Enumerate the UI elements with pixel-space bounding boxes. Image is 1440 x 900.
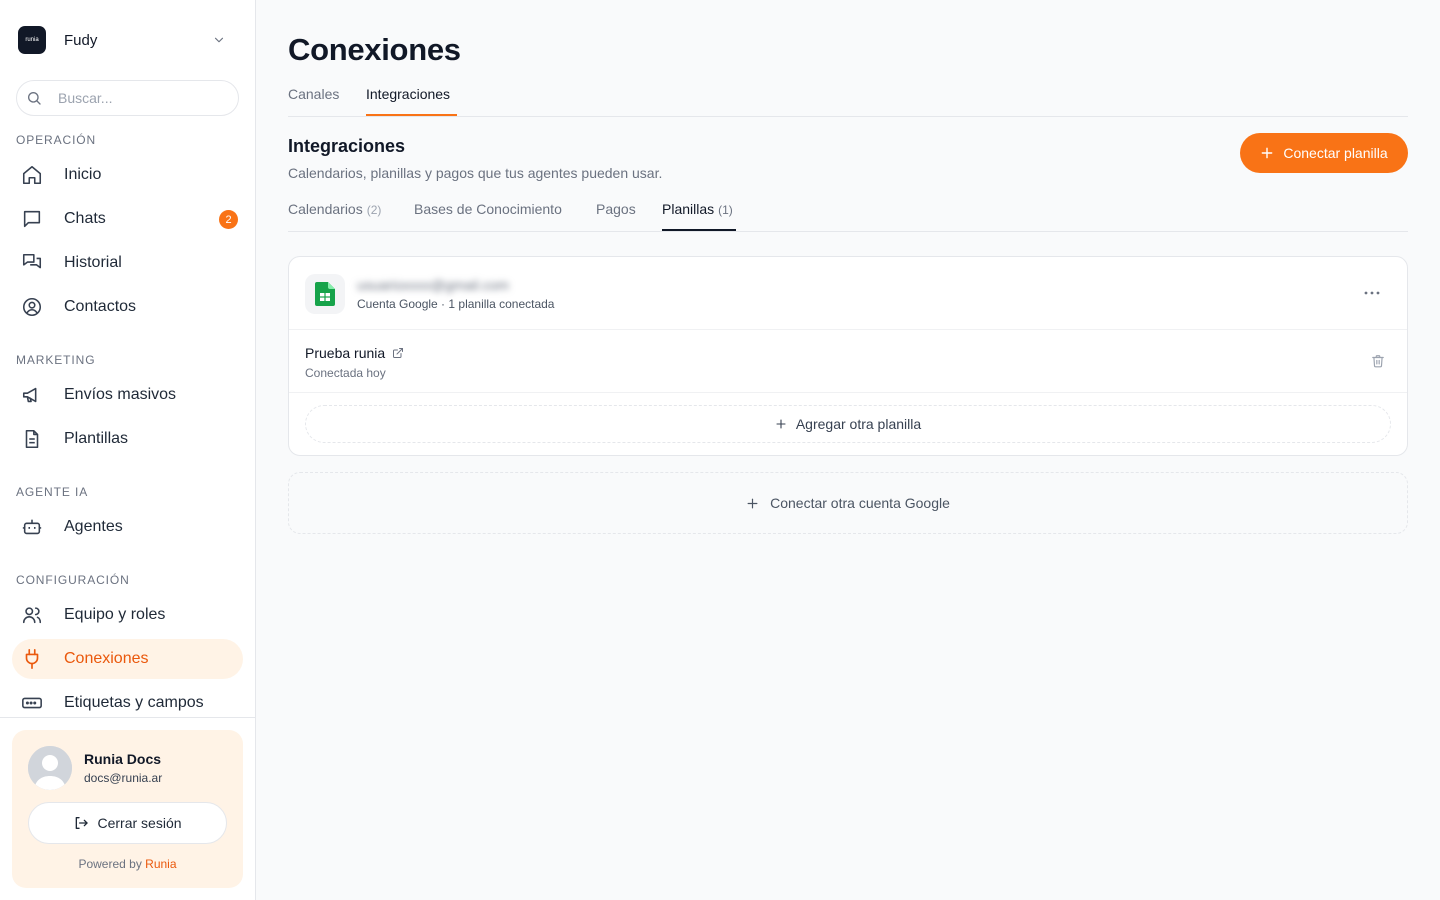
sidebar-item-chats[interactable]: Chats 2 — [12, 199, 243, 239]
sidebar-item-label: Inicio — [64, 166, 102, 183]
workspace-logo-text: runia — [25, 37, 39, 43]
subtab-calendarios[interactable]: Calendarios (2) — [288, 201, 381, 217]
sidebar-item-contactos[interactable]: Contactos — [12, 287, 243, 327]
plus-icon — [747, 498, 758, 508]
sidebar-item-label: Historial — [64, 254, 122, 271]
user-name: Runia Docs — [84, 751, 162, 767]
search-input[interactable] — [58, 90, 208, 106]
sidebar-item-plantillas[interactable]: Plantillas — [12, 419, 243, 459]
integration-sub-tabs: Calendarios (2) Bases de Conocimiento Pag… — [288, 195, 1408, 232]
sidebar-item-inicio[interactable]: Inicio — [12, 155, 243, 195]
sidebar-item-label: Conexiones — [64, 650, 149, 667]
active-subtab-indicator — [662, 229, 736, 231]
more-horizontal-icon — [1364, 291, 1380, 295]
account-email: usuarioxxxx@gmail.com — [357, 277, 509, 293]
plus-icon — [776, 419, 786, 429]
subtab-label: Pagos — [596, 201, 636, 217]
sidebar-item-label: Agentes — [64, 518, 123, 535]
account-header: usuarioxxxx@gmail.com Cuenta Google · 1 … — [289, 257, 1407, 330]
add-sheet-button[interactable]: Agregar otra planilla — [305, 405, 1391, 443]
google-account-card: usuarioxxxx@gmail.com Cuenta Google · 1 … — [288, 256, 1408, 456]
megaphone-icon — [21, 384, 43, 406]
connect-sheet-label: Conectar planilla — [1283, 145, 1388, 161]
sidebar-divider — [0, 717, 255, 718]
chats-count-badge: 2 — [219, 210, 238, 229]
trash-icon — [1372, 355, 1384, 368]
bot-icon — [21, 516, 43, 538]
sidebar-item-label: Plantillas — [64, 430, 129, 447]
sidebar-item-label: Chats — [64, 210, 106, 227]
external-link-icon — [393, 348, 404, 358]
avatar — [28, 746, 72, 790]
workspace-name: Fudy — [64, 31, 98, 49]
sidebar-item-agentes[interactable]: Agentes — [12, 507, 243, 547]
subtab-count: (1) — [718, 203, 733, 217]
sidebar-item-label: Contactos — [64, 298, 137, 315]
section-title-marketing: MARKETING — [16, 353, 96, 367]
account-meta: Cuenta Google · 1 planilla conectada — [357, 297, 555, 311]
logout-button[interactable]: Cerrar sesión — [28, 802, 227, 844]
top-tabs: Canales Integraciones — [288, 80, 1408, 117]
user-circle-icon — [21, 296, 43, 318]
powered-by-prefix: Powered by — [78, 857, 142, 871]
tab-canales[interactable]: Canales — [288, 86, 339, 102]
section-title-agente-ia: AGENTE IA — [16, 485, 89, 499]
plus-icon — [1261, 147, 1273, 159]
chevron-down-icon — [214, 37, 224, 43]
subtab-label: Bases de Conocimiento — [414, 201, 562, 217]
add-sheet-label: Agregar otra planilla — [795, 416, 922, 432]
powered-by-brand[interactable]: Runia — [145, 857, 176, 871]
chat-bubble-icon — [21, 208, 43, 230]
home-icon — [21, 164, 43, 186]
google-sheets-icon — [305, 274, 345, 314]
sidebar-item-conexiones[interactable]: Conexiones — [12, 639, 243, 679]
sidebar-item-label: Etiquetas y campos — [64, 694, 204, 711]
sidebar-item-historial[interactable]: Historial — [12, 243, 243, 283]
sidebar-item-equipo-y-roles[interactable]: Equipo y roles — [12, 595, 243, 635]
section-title: Integraciones — [288, 136, 406, 156]
user-card: Runia Docs docs@runia.ar Cerrar sesión P… — [12, 730, 243, 888]
subtab-planillas[interactable]: Planillas (1) — [662, 201, 733, 217]
sheet-name: Prueba runia — [305, 345, 386, 361]
subtab-label: Calendarios — [288, 201, 363, 217]
sidebar-item-label: Envíos masivos — [64, 386, 177, 403]
more-options-button[interactable] — [1357, 283, 1387, 303]
connect-sheet-button[interactable]: Conectar planilla — [1240, 133, 1408, 173]
connected-sheet-row: Prueba runia Conectada hoy — [289, 331, 1407, 393]
connect-google-account-button[interactable]: Conectar otra cuenta Google — [288, 472, 1408, 534]
sidebar: runia Fudy OPERACIÓN Inicio Chats 2 Hist… — [0, 0, 256, 900]
sheet-status: Conectada hoy — [305, 366, 386, 380]
subtab-pagos[interactable]: Pagos — [596, 201, 636, 217]
powered-by: Powered by Runia — [12, 857, 243, 871]
subtab-label: Planillas — [662, 201, 715, 217]
search-icon — [28, 92, 41, 105]
page-title: Conexiones — [288, 32, 461, 67]
subtab-bases-de-conocimiento[interactable]: Bases de Conocimiento — [414, 201, 562, 217]
section-title-operacion: OPERACIÓN — [16, 133, 97, 147]
delete-sheet-button[interactable] — [1371, 353, 1385, 374]
document-icon — [21, 428, 43, 450]
runia-logo-icon: runia — [18, 26, 46, 54]
logout-icon — [76, 817, 89, 829]
section-description: Calendarios, planillas y pagos que tus a… — [288, 165, 663, 181]
connect-google-label: Conectar otra cuenta Google — [770, 495, 950, 511]
plug-icon — [21, 648, 43, 670]
sheet-link[interactable]: Prueba runia — [305, 345, 404, 361]
subtab-count: (2) — [366, 203, 382, 217]
tab-integraciones[interactable]: Integraciones — [366, 86, 450, 102]
section-title-configuracion: CONFIGURACIÓN — [16, 573, 130, 587]
sidebar-item-envios-masivos[interactable]: Envíos masivos — [12, 375, 243, 415]
logout-label: Cerrar sesión — [97, 815, 182, 831]
users-icon — [21, 604, 43, 626]
sidebar-item-label: Equipo y roles — [64, 606, 166, 623]
active-tab-indicator — [366, 114, 457, 116]
workspace-switcher[interactable]: runia Fudy — [18, 26, 240, 54]
search-box — [16, 80, 239, 116]
history-chats-icon — [21, 252, 43, 274]
user-email: docs@runia.ar — [84, 771, 163, 785]
tag-field-icon — [21, 692, 43, 714]
